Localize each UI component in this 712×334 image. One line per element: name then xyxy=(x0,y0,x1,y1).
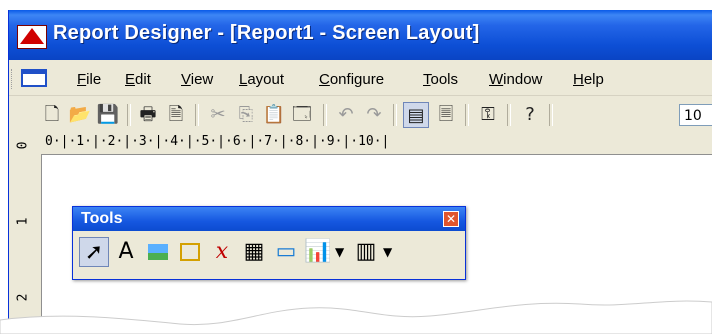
app-logo-icon xyxy=(17,25,47,49)
toolbar-separator xyxy=(465,104,469,126)
torn-edge-decoration xyxy=(0,300,712,334)
menu-help[interactable]: Help xyxy=(573,71,604,88)
picture-icon[interactable] xyxy=(143,237,173,267)
menu-tools[interactable]: Tools xyxy=(423,71,458,88)
toolbar-separator xyxy=(549,104,553,126)
table-icon[interactable]: ▥ xyxy=(351,237,381,267)
key-icon[interactable]: ⚿ xyxy=(475,102,501,128)
close-icon[interactable]: ✕ xyxy=(443,211,459,227)
help-icon[interactable]: ? xyxy=(517,102,543,128)
menu-window[interactable]: Window xyxy=(489,71,542,88)
toolbar-separator xyxy=(127,104,131,126)
tools-palette: Tools ✕ ➚ A x ▦ ▭ 📊 ▼ ▥ ▼ xyxy=(72,206,466,280)
chevron-down-icon[interactable]: ▼ xyxy=(383,245,392,259)
menu-bar: File Edit View Layout Configure Tools Wi… xyxy=(9,63,712,96)
print-preview-icon[interactable]: 🗎 xyxy=(163,102,189,128)
calculator-icon[interactable]: ▦ xyxy=(239,237,269,267)
cut-icon[interactable]: ✂ xyxy=(205,102,231,128)
copy-icon[interactable]: ⎘ xyxy=(233,102,259,128)
pointer-icon[interactable]: ➚ xyxy=(79,237,109,267)
menu-grip[interactable] xyxy=(11,69,15,89)
title-bar[interactable]: Report Designer - [Report1 - Screen Layo… xyxy=(9,10,712,60)
report-designer-window: Report Designer - [Report1 - Screen Layo… xyxy=(8,10,712,334)
open-icon[interactable]: 📂 xyxy=(67,102,93,128)
chart-icon[interactable]: 📊 xyxy=(303,237,333,267)
new-icon[interactable]: 🗋 xyxy=(39,102,65,128)
page-layout-icon[interactable]: ▤ xyxy=(403,102,429,128)
undo-icon[interactable]: ↶ xyxy=(333,102,359,128)
menu-configure[interactable]: Configure xyxy=(319,71,384,88)
menu-view[interactable]: View xyxy=(181,71,213,88)
variable-icon[interactable]: x xyxy=(207,237,237,267)
tools-title: Tools xyxy=(81,210,123,227)
horizontal-ruler: 0·|·1·|·2·|·3·|·4·|·5·|·6·|·7·|·8·|·9·|·… xyxy=(41,132,712,155)
field-icon[interactable]: ▭ xyxy=(271,237,301,267)
menu-layout[interactable]: Layout xyxy=(239,71,284,88)
chevron-down-icon[interactable]: ▼ xyxy=(335,245,344,259)
toolbar: 🗋 📂 💾 🖶 🗎 ✂ ⎘ 📋 🗔 ↶ ↷ ▤ 🗏 ⚿ ? 10 xyxy=(9,98,712,132)
zoom-input[interactable]: 10 xyxy=(679,104,712,126)
toolbar-separator xyxy=(323,104,327,126)
toolbar-separator xyxy=(507,104,511,126)
toolbar-separator xyxy=(195,104,199,126)
text-icon[interactable]: A xyxy=(111,237,141,267)
tools-title-bar[interactable]: Tools ✕ xyxy=(73,207,465,231)
rectangle-icon[interactable] xyxy=(175,237,205,267)
ruler-mark: 0 xyxy=(15,141,31,150)
paste-icon[interactable]: 📋 xyxy=(261,102,287,128)
page-icon[interactable]: 🗏 xyxy=(433,102,459,128)
redo-icon[interactable]: ↷ xyxy=(361,102,387,128)
toolbar-separator xyxy=(393,104,397,126)
window-title: Report Designer - [Report1 - Screen Layo… xyxy=(53,22,480,44)
save-icon[interactable]: 💾 xyxy=(95,102,121,128)
menu-file[interactable]: File xyxy=(77,71,101,88)
properties-icon[interactable]: 🗔 xyxy=(289,102,315,128)
ruler-scale: 0·|·1·|·2·|·3·|·4·|·5·|·6·|·7·|·8·|·9·|·… xyxy=(45,134,390,149)
menu-edit[interactable]: Edit xyxy=(125,71,151,88)
document-icon[interactable] xyxy=(21,69,47,87)
ruler-mark: 1 xyxy=(15,217,31,226)
print-icon[interactable]: 🖶 xyxy=(135,102,161,128)
